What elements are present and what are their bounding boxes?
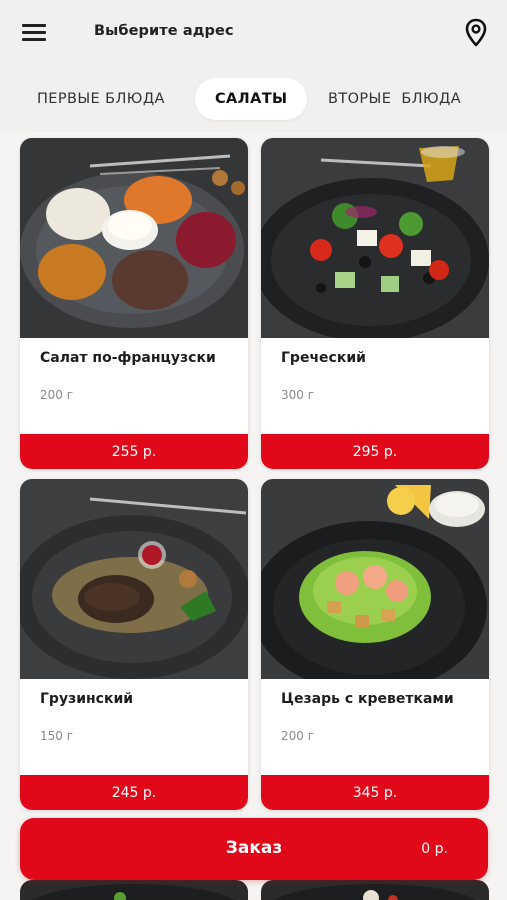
- product-card-peek: [20, 880, 248, 900]
- map-pin-icon[interactable]: [463, 18, 489, 48]
- product-price-button[interactable]: 295 р.: [261, 434, 489, 469]
- product-name: Грузинский: [40, 691, 134, 707]
- order-button[interactable]: Заказ 0 р.: [20, 818, 488, 880]
- category-tabs: ПЕРВЫЕ БЛЮДА САЛАТЫ ВТОРЫЕ БЛЮДА: [0, 78, 507, 122]
- hamburger-menu-icon[interactable]: [22, 20, 50, 44]
- tab-first-courses[interactable]: ПЕРВЫЕ БЛЮДА: [37, 78, 165, 120]
- product-card[interactable]: Греческий 300 г 295 р.: [261, 138, 489, 469]
- tab-second-courses[interactable]: ВТОРЫЕ БЛЮДА: [328, 78, 461, 120]
- product-photo: [20, 138, 248, 338]
- select-address-button[interactable]: Выберите адрес: [94, 23, 234, 39]
- order-total: 0 р.: [421, 841, 448, 857]
- product-photo: [261, 138, 489, 338]
- product-card[interactable]: Грузинский 150 г 245 р.: [20, 479, 248, 810]
- top-header: Выберите адрес: [0, 0, 507, 66]
- product-name: Цезарь с креветками: [281, 691, 454, 707]
- product-grid: Салат по-французски 200 г 255 р. Греческ…: [0, 132, 507, 900]
- product-card-peek: [261, 880, 489, 900]
- product-price-button[interactable]: 245 р.: [20, 775, 248, 810]
- product-card[interactable]: Салат по-французски 200 г 255 р.: [20, 138, 248, 469]
- product-weight: 200 г: [281, 729, 315, 743]
- order-label: Заказ: [225, 838, 283, 858]
- product-price-button[interactable]: 255 р.: [20, 434, 248, 469]
- product-name: Салат по-французски: [40, 350, 216, 366]
- app-screen: Выберите адрес ПЕРВЫЕ БЛЮДА САЛАТЫ ВТОРЫ…: [0, 0, 507, 900]
- product-photo: [20, 479, 248, 679]
- product-price-button[interactable]: 345 р.: [261, 775, 489, 810]
- product-card[interactable]: Цезарь с креветками 200 г 345 р.: [261, 479, 489, 810]
- tab-salads[interactable]: САЛАТЫ: [195, 78, 308, 120]
- product-weight: 300 г: [281, 388, 315, 402]
- product-photo: [261, 479, 489, 679]
- product-weight: 150 г: [40, 729, 74, 743]
- product-weight: 200 г: [40, 388, 74, 402]
- product-name: Греческий: [281, 350, 366, 366]
